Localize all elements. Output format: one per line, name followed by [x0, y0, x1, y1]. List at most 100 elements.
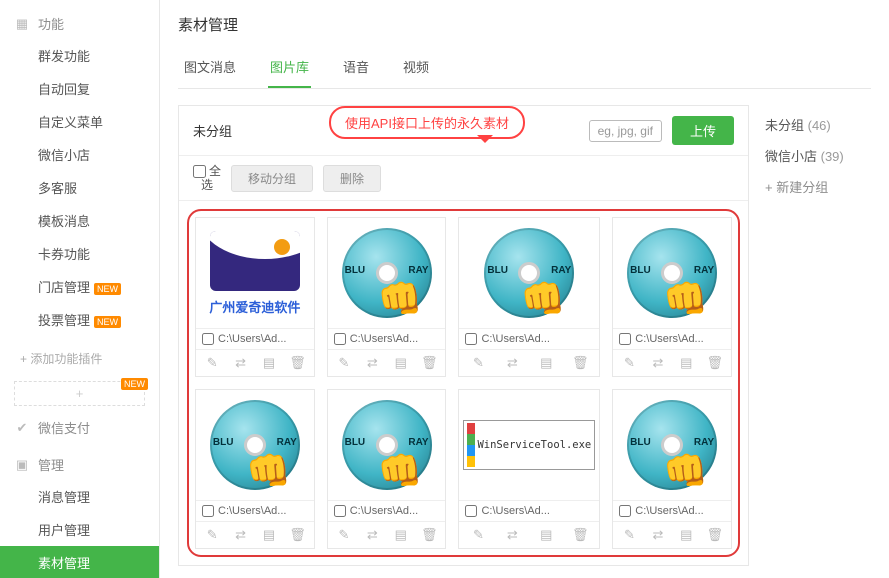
- delete-button[interactable]: 删除: [323, 165, 381, 192]
- trash-icon[interactable]: 🗑: [288, 526, 306, 544]
- swap-icon[interactable]: ⇄: [649, 526, 667, 544]
- filename-label: C:\Users\Ad...: [481, 505, 549, 517]
- sidebar-item[interactable]: 卡券功能: [0, 237, 159, 270]
- tab[interactable]: 语音: [341, 49, 371, 88]
- add-plugin-box[interactable]: +NEW: [14, 381, 145, 406]
- sidebar-item[interactable]: 自定义菜单: [0, 105, 159, 138]
- api-callout-bubble: 使用API接口上传的永久素材: [329, 106, 525, 139]
- thumbnail: BLURAY👊: [613, 390, 731, 500]
- sidebar-item[interactable]: 投票管理NEW: [0, 303, 159, 336]
- move-icon[interactable]: ▤: [677, 354, 695, 372]
- edit-icon[interactable]: ✎: [335, 354, 353, 372]
- swap-icon[interactable]: ⇄: [503, 526, 521, 544]
- edit-icon[interactable]: ✎: [335, 526, 353, 544]
- trash-icon[interactable]: 🗑: [706, 354, 724, 372]
- move-icon[interactable]: ▤: [392, 526, 410, 544]
- sidebar-item[interactable]: 群发功能: [0, 39, 159, 72]
- sidebar-item[interactable]: 消息管理: [0, 480, 159, 513]
- item-checkbox[interactable]: [202, 505, 214, 517]
- edit-icon[interactable]: ✎: [620, 526, 638, 544]
- move-icon[interactable]: ▤: [537, 526, 555, 544]
- material-card[interactable]: 广州爱奇迪软件C:\Users\Ad... ✎ ⇄ ▤ 🗑: [195, 217, 315, 377]
- filename-label: C:\Users\Ad...: [635, 505, 703, 517]
- move-group-button[interactable]: 移动分组: [231, 165, 313, 192]
- add-group-button[interactable]: + 新建分组: [761, 171, 871, 202]
- edit-icon[interactable]: ✎: [469, 526, 487, 544]
- thumbnail: 广州爱奇迪软件: [196, 218, 314, 328]
- material-grid: 广州爱奇迪软件C:\Users\Ad...✎⇄▤🗑BLURAY👊C:\Users…: [195, 217, 732, 549]
- tab[interactable]: 图文消息: [182, 49, 238, 88]
- item-checkbox[interactable]: [465, 333, 477, 345]
- highlighted-grid-region: 广州爱奇迪软件C:\Users\Ad...✎⇄▤🗑BLURAY👊C:\Users…: [187, 209, 740, 557]
- sidebar-section-header[interactable]: ▣管理: [0, 449, 159, 480]
- move-icon[interactable]: ▤: [537, 354, 555, 372]
- trash-icon[interactable]: 🗑: [571, 354, 589, 372]
- item-checkbox[interactable]: [619, 333, 631, 345]
- filename-label: C:\Users\Ad...: [350, 333, 418, 345]
- upload-button[interactable]: 上传: [672, 116, 734, 145]
- material-card[interactable]: BLURAY👊 C:\Users\Ad... ✎ ⇄ ▤ 🗑: [327, 217, 447, 377]
- move-icon[interactable]: ▤: [677, 526, 695, 544]
- tab[interactable]: 视频: [401, 49, 431, 88]
- sidebar-section-header[interactable]: ▦功能: [0, 8, 159, 39]
- swap-icon[interactable]: ⇄: [363, 526, 381, 544]
- sidebar-item[interactable]: 模板消息: [0, 204, 159, 237]
- trash-icon[interactable]: 🗑: [420, 354, 438, 372]
- sidebar-item[interactable]: 素材管理: [0, 546, 159, 578]
- group-item[interactable]: 微信小店 (39): [761, 140, 871, 171]
- panel-header: 未分组 使用API接口上传的永久素材 eg, jpg, gif 上传: [179, 106, 748, 156]
- edit-icon[interactable]: ✎: [203, 354, 221, 372]
- trash-icon[interactable]: 🗑: [571, 526, 589, 544]
- edit-icon[interactable]: ✎: [469, 354, 487, 372]
- material-panel: 未分组 使用API接口上传的永久素材 eg, jpg, gif 上传 全 选 移…: [178, 105, 749, 566]
- filename-row: C:\Users\Ad...: [328, 328, 446, 349]
- sidebar-item[interactable]: 自动回复: [0, 72, 159, 105]
- item-checkbox[interactable]: [202, 333, 214, 345]
- item-checkbox[interactable]: [465, 505, 477, 517]
- sidebar-section-header[interactable]: ✔微信支付: [0, 412, 159, 443]
- sidebar-item[interactable]: 微信小店: [0, 138, 159, 171]
- material-card[interactable]: BLURAY👊 C:\Users\Ad... ✎ ⇄ ▤ 🗑: [612, 217, 732, 377]
- filename-label: C:\Users\Ad...: [635, 333, 703, 345]
- sidebar-item[interactable]: 用户管理: [0, 513, 159, 546]
- circle-check-icon: ✔: [14, 420, 30, 436]
- select-all-checkbox[interactable]: 全 选: [193, 164, 221, 192]
- tab[interactable]: 图片库: [268, 49, 311, 88]
- swap-icon[interactable]: ⇄: [232, 526, 250, 544]
- material-card[interactable]: WinServiceTool.exe C:\Users\Ad... ✎ ⇄ ▤ 🗑: [458, 389, 600, 549]
- sidebar-item[interactable]: 门店管理NEW: [0, 270, 159, 303]
- thumbnail: BLURAY👊: [613, 218, 731, 328]
- grid-icon: ▦: [14, 16, 30, 32]
- group-item[interactable]: 未分组 (46): [761, 109, 871, 140]
- thumbnail: BLURAY👊: [328, 218, 446, 328]
- trash-icon[interactable]: 🗑: [420, 526, 438, 544]
- item-checkbox[interactable]: [334, 505, 346, 517]
- material-card[interactable]: BLURAY👊C:\Users\Ad...✎⇄▤🗑: [327, 389, 447, 549]
- thumbnail: WinServiceTool.exe: [459, 390, 599, 500]
- material-card[interactable]: BLURAY👊 C:\Users\Ad... ✎ ⇄ ▤ 🗑: [612, 389, 732, 549]
- upload-hint: eg, jpg, gif: [589, 120, 662, 142]
- toolbar: 全 选 移动分组 删除: [179, 156, 748, 201]
- thumbnail: BLURAY👊: [459, 218, 599, 328]
- move-icon[interactable]: ▤: [260, 354, 278, 372]
- sidebar-item[interactable]: 多客服: [0, 171, 159, 204]
- move-icon[interactable]: ▤: [260, 526, 278, 544]
- item-checkbox[interactable]: [619, 505, 631, 517]
- swap-icon[interactable]: ⇄: [649, 354, 667, 372]
- filename-row: C:\Users\Ad...: [196, 328, 314, 349]
- trash-icon[interactable]: 🗑: [706, 526, 724, 544]
- trash-icon[interactable]: 🗑: [288, 354, 306, 372]
- item-checkbox[interactable]: [334, 333, 346, 345]
- filename-row: C:\Users\Ad...: [328, 500, 446, 521]
- filename-label: C:\Users\Ad...: [481, 333, 549, 345]
- thumbnail: BLURAY👊: [196, 390, 314, 500]
- edit-icon[interactable]: ✎: [620, 354, 638, 372]
- move-icon[interactable]: ▤: [392, 354, 410, 372]
- swap-icon[interactable]: ⇄: [363, 354, 381, 372]
- material-card[interactable]: BLURAY👊 C:\Users\Ad... ✎ ⇄ ▤ 🗑: [458, 217, 600, 377]
- swap-icon[interactable]: ⇄: [503, 354, 521, 372]
- swap-icon[interactable]: ⇄: [232, 354, 250, 372]
- material-card[interactable]: BLURAY👊C:\Users\Ad...✎⇄▤🗑: [195, 389, 315, 549]
- edit-icon[interactable]: ✎: [203, 526, 221, 544]
- add-plugin-link[interactable]: + 添加功能插件: [0, 342, 159, 375]
